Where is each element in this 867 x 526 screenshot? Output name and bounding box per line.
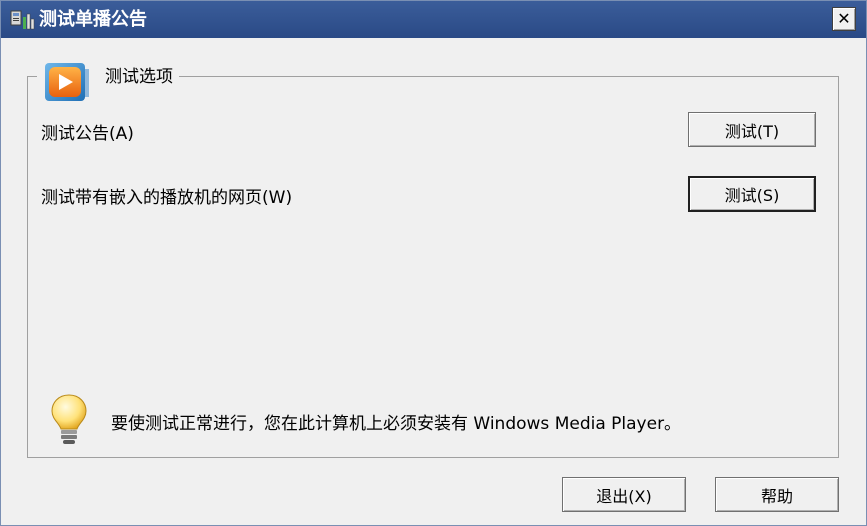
close-icon: ✕ — [837, 9, 851, 28]
windows-media-player-icon — [45, 63, 89, 101]
group-title: 测试选项 — [105, 66, 173, 87]
dialog-window: 测试单播公告 ✕ 测试选项 测试公告(A) 测试(T) 测试带有嵌入的播放机的网… — [0, 0, 867, 526]
test-announcement-label: 测试公告(A) — [41, 124, 134, 144]
close-button[interactable]: ✕ — [832, 7, 856, 31]
requirement-text: 要使测试正常进行，您在此计算机上必须安装有 Windows Media Play… — [111, 413, 682, 434]
app-icon — [10, 10, 35, 30]
test-embedded-player-button[interactable]: 测试(S) — [688, 176, 816, 212]
lightbulb-icon — [51, 394, 87, 444]
test-announcement-button[interactable]: 测试(T) — [688, 112, 816, 147]
help-button[interactable]: 帮助 — [715, 477, 839, 512]
test-embedded-player-label: 测试带有嵌入的播放机的网页(W) — [41, 188, 293, 208]
title-bar[interactable]: 测试单播公告 ✕ — [1, 1, 866, 38]
exit-button[interactable]: 退出(X) — [562, 477, 686, 512]
group-header: 测试选项 — [37, 59, 179, 103]
info-row: 要使测试正常进行，您在此计算机上必须安装有 Windows Media Play… — [49, 391, 681, 451]
window-title: 测试单播公告 — [39, 9, 147, 30]
